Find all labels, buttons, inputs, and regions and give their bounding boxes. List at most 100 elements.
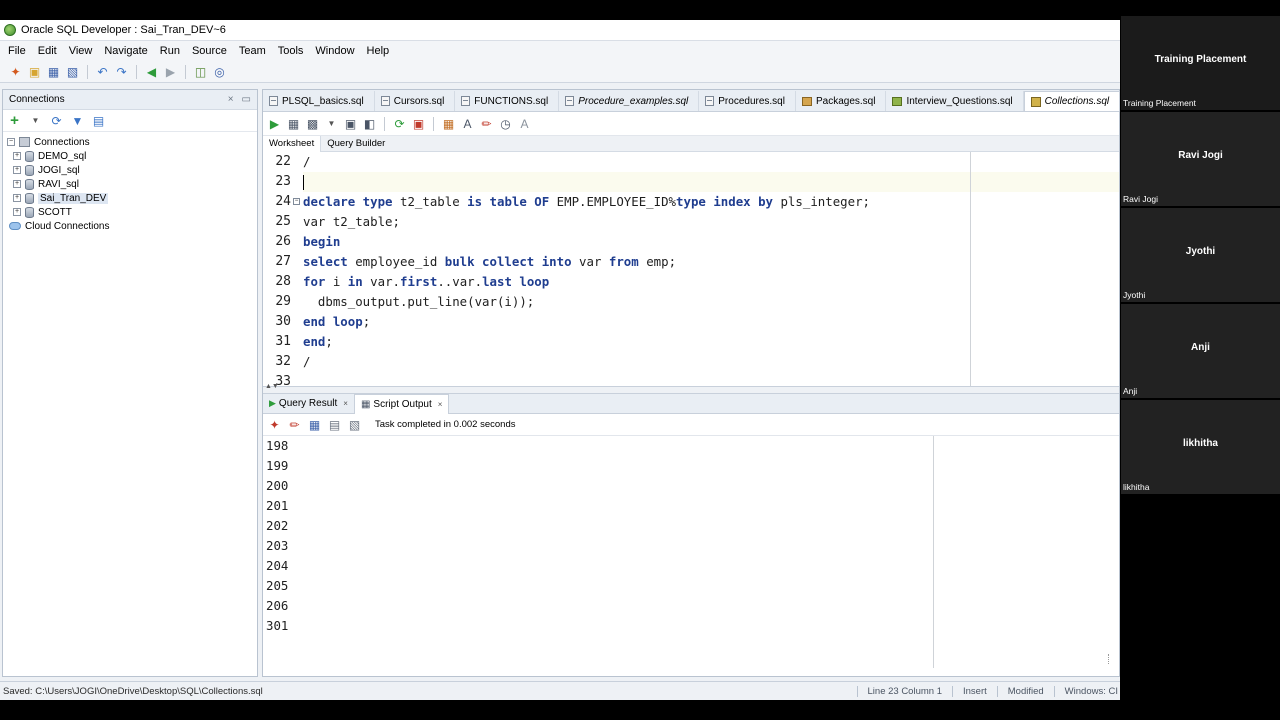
sql-tuning-icon[interactable]: ◧	[362, 116, 377, 131]
new-file-icon[interactable]: ✦	[8, 64, 23, 79]
menu-source[interactable]: Source	[186, 41, 233, 61]
participant-tile[interactable]: likhitha likhitha	[1121, 400, 1280, 494]
close-icon[interactable]: ×	[228, 94, 234, 105]
save-output-icon[interactable]: ▦	[307, 417, 322, 432]
save-all-icon[interactable]: ▧	[65, 64, 80, 79]
format-icon[interactable]: A	[460, 116, 475, 131]
unshared-sql-icon[interactable]: ▦	[441, 116, 456, 131]
tab-worksheet[interactable]: Worksheet	[263, 135, 322, 152]
explain-plan-icon[interactable]: ▣	[343, 116, 358, 131]
find-icon[interactable]: A	[517, 116, 532, 131]
tab-functions[interactable]: FUNCTIONS.sql	[455, 91, 560, 111]
monitor-icon[interactable]: ◎	[212, 64, 227, 79]
minimize-icon[interactable]: ▭	[242, 94, 251, 105]
tab-interview-questions[interactable]: Interview_Questions.sql	[886, 91, 1024, 111]
expand-icon[interactable]: +	[13, 194, 21, 202]
history-icon[interactable]: ◷	[498, 116, 513, 131]
code-line-23	[303, 172, 1119, 192]
expand-icon[interactable]: +	[13, 180, 21, 188]
expand-icon[interactable]: +	[13, 208, 21, 216]
menu-file[interactable]: File	[2, 41, 32, 61]
participant-tile[interactable]: Training Placement Training Placement	[1121, 16, 1280, 110]
clear-output-icon[interactable]: ✏	[287, 417, 302, 432]
tab-procedures[interactable]: Procedures.sql	[699, 91, 796, 111]
run-statement-icon[interactable]: ▶	[267, 116, 282, 131]
tree-row-connections[interactable]: − Connections	[7, 135, 253, 149]
menu-window[interactable]: Window	[309, 41, 360, 61]
code-editor[interactable]: 22 23 24 25 26 27 28 29 30 31 32 33 − / …	[263, 152, 1119, 386]
line-number: 31	[275, 334, 291, 349]
script-output[interactable]: 198 199 200 201 202 203 204 205 206 301	[263, 436, 1119, 668]
participant-tile[interactable]: Jyothi Jyothi	[1121, 208, 1280, 302]
tree-label: JOGI_sql	[38, 164, 80, 176]
chevron-down-icon[interactable]: ▼	[28, 113, 43, 128]
redo-icon[interactable]: ↷	[114, 64, 129, 79]
tab-packages[interactable]: Packages.sql	[796, 91, 887, 111]
sql-file-icon	[461, 96, 471, 106]
add-connection-icon[interactable]: +	[7, 113, 22, 128]
resize-grip-icon[interactable]	[1108, 654, 1116, 664]
menu-help[interactable]: Help	[361, 41, 396, 61]
database-connect-icon[interactable]: ◫	[193, 64, 208, 79]
autotrace-icon[interactable]: ▩	[305, 116, 320, 131]
tab-query-builder[interactable]: Query Builder	[321, 136, 391, 152]
code-line-30: end loop;	[303, 314, 371, 329]
open-folder-icon[interactable]: ▣	[27, 64, 42, 79]
run-script-icon[interactable]: ▦	[286, 116, 301, 131]
clear-icon[interactable]: ✏	[479, 116, 494, 131]
participant-tile[interactable]: Ravi Jogi Ravi Jogi	[1121, 112, 1280, 206]
menu-view[interactable]: View	[63, 41, 99, 61]
refresh-icon[interactable]: ⟳	[49, 113, 64, 128]
tree-row-sai-tran-dev[interactable]: + Sai_Tran_DEV	[7, 191, 253, 205]
connections-folder-icon	[19, 137, 30, 147]
back-icon[interactable]: ◀	[144, 64, 159, 79]
menu-tools[interactable]: Tools	[272, 41, 310, 61]
menu-team[interactable]: Team	[233, 41, 272, 61]
tab-plsql-basics[interactable]: PLSQL_basics.sql	[263, 91, 375, 111]
filter-icon[interactable]: ▼	[70, 113, 85, 128]
editor-output-splitter[interactable]: ▲▼	[263, 383, 1119, 394]
tree-row-cloud-connections[interactable]: Cloud Connections	[7, 219, 253, 233]
forward-icon[interactable]: ▶	[163, 64, 178, 79]
expand-icon[interactable]: +	[13, 152, 21, 160]
status-cursor-position: Line 23 Column 1	[856, 685, 952, 697]
tree-row-ravi-sql[interactable]: + RAVI_sql	[7, 177, 253, 191]
tab-procedure-examples[interactable]: Procedure_examples.sql	[559, 91, 700, 111]
buffer-size-icon[interactable]: ▧	[347, 417, 362, 432]
output-line: 206	[266, 598, 289, 613]
chevron-down-icon[interactable]: ▼	[324, 116, 339, 131]
commit-icon[interactable]: ⟳	[392, 116, 407, 131]
undo-icon[interactable]: ↶	[95, 64, 110, 79]
right-margin-line	[970, 152, 971, 386]
tab-script-output[interactable]: ▦ Script Output ×	[353, 393, 450, 414]
tree-row-scott[interactable]: + SCOTT	[7, 205, 253, 219]
tree-row-jogi-sql[interactable]: + JOGI_sql	[7, 163, 253, 177]
menu-navigate[interactable]: Navigate	[98, 41, 153, 61]
participant-tile[interactable]: Anji Anji	[1121, 304, 1280, 398]
sql-file-icon	[380, 96, 390, 106]
expand-icon[interactable]: +	[13, 166, 21, 174]
pin-icon[interactable]: ✦	[267, 417, 282, 432]
close-icon[interactable]: ×	[438, 400, 443, 409]
close-icon[interactable]: ×	[343, 399, 348, 408]
code-line-25: var t2_table;	[303, 214, 400, 229]
meeting-participants: Training Placement Training Placement Ra…	[1121, 16, 1280, 496]
code-line-31: end;	[303, 334, 333, 349]
tree-label: SCOTT	[38, 206, 72, 218]
schema-browser-icon[interactable]: ▤	[91, 113, 106, 128]
fold-collapse-icon[interactable]: −	[293, 198, 300, 205]
tab-cursors[interactable]: Cursors.sql	[375, 91, 456, 111]
collapse-icon[interactable]: −	[7, 138, 15, 146]
tab-query-result[interactable]: ▶ Query Result ×	[263, 394, 354, 414]
rollback-icon[interactable]: ▣	[411, 116, 426, 131]
print-icon[interactable]: ▤	[327, 417, 342, 432]
tree-row-demo-sql[interactable]: + DEMO_sql	[7, 149, 253, 163]
tab-collections[interactable]: Collections.sql	[1023, 91, 1121, 111]
menu-bar: File Edit View Navigate Run Source Team …	[0, 41, 1120, 61]
splitter-arrows-icon[interactable]: ▲▼	[265, 383, 279, 390]
database-icon	[25, 206, 34, 218]
save-icon[interactable]: ▦	[46, 64, 61, 79]
menu-edit[interactable]: Edit	[32, 41, 63, 61]
menu-run[interactable]: Run	[154, 41, 186, 61]
participant-name: likhitha	[1182, 437, 1218, 449]
